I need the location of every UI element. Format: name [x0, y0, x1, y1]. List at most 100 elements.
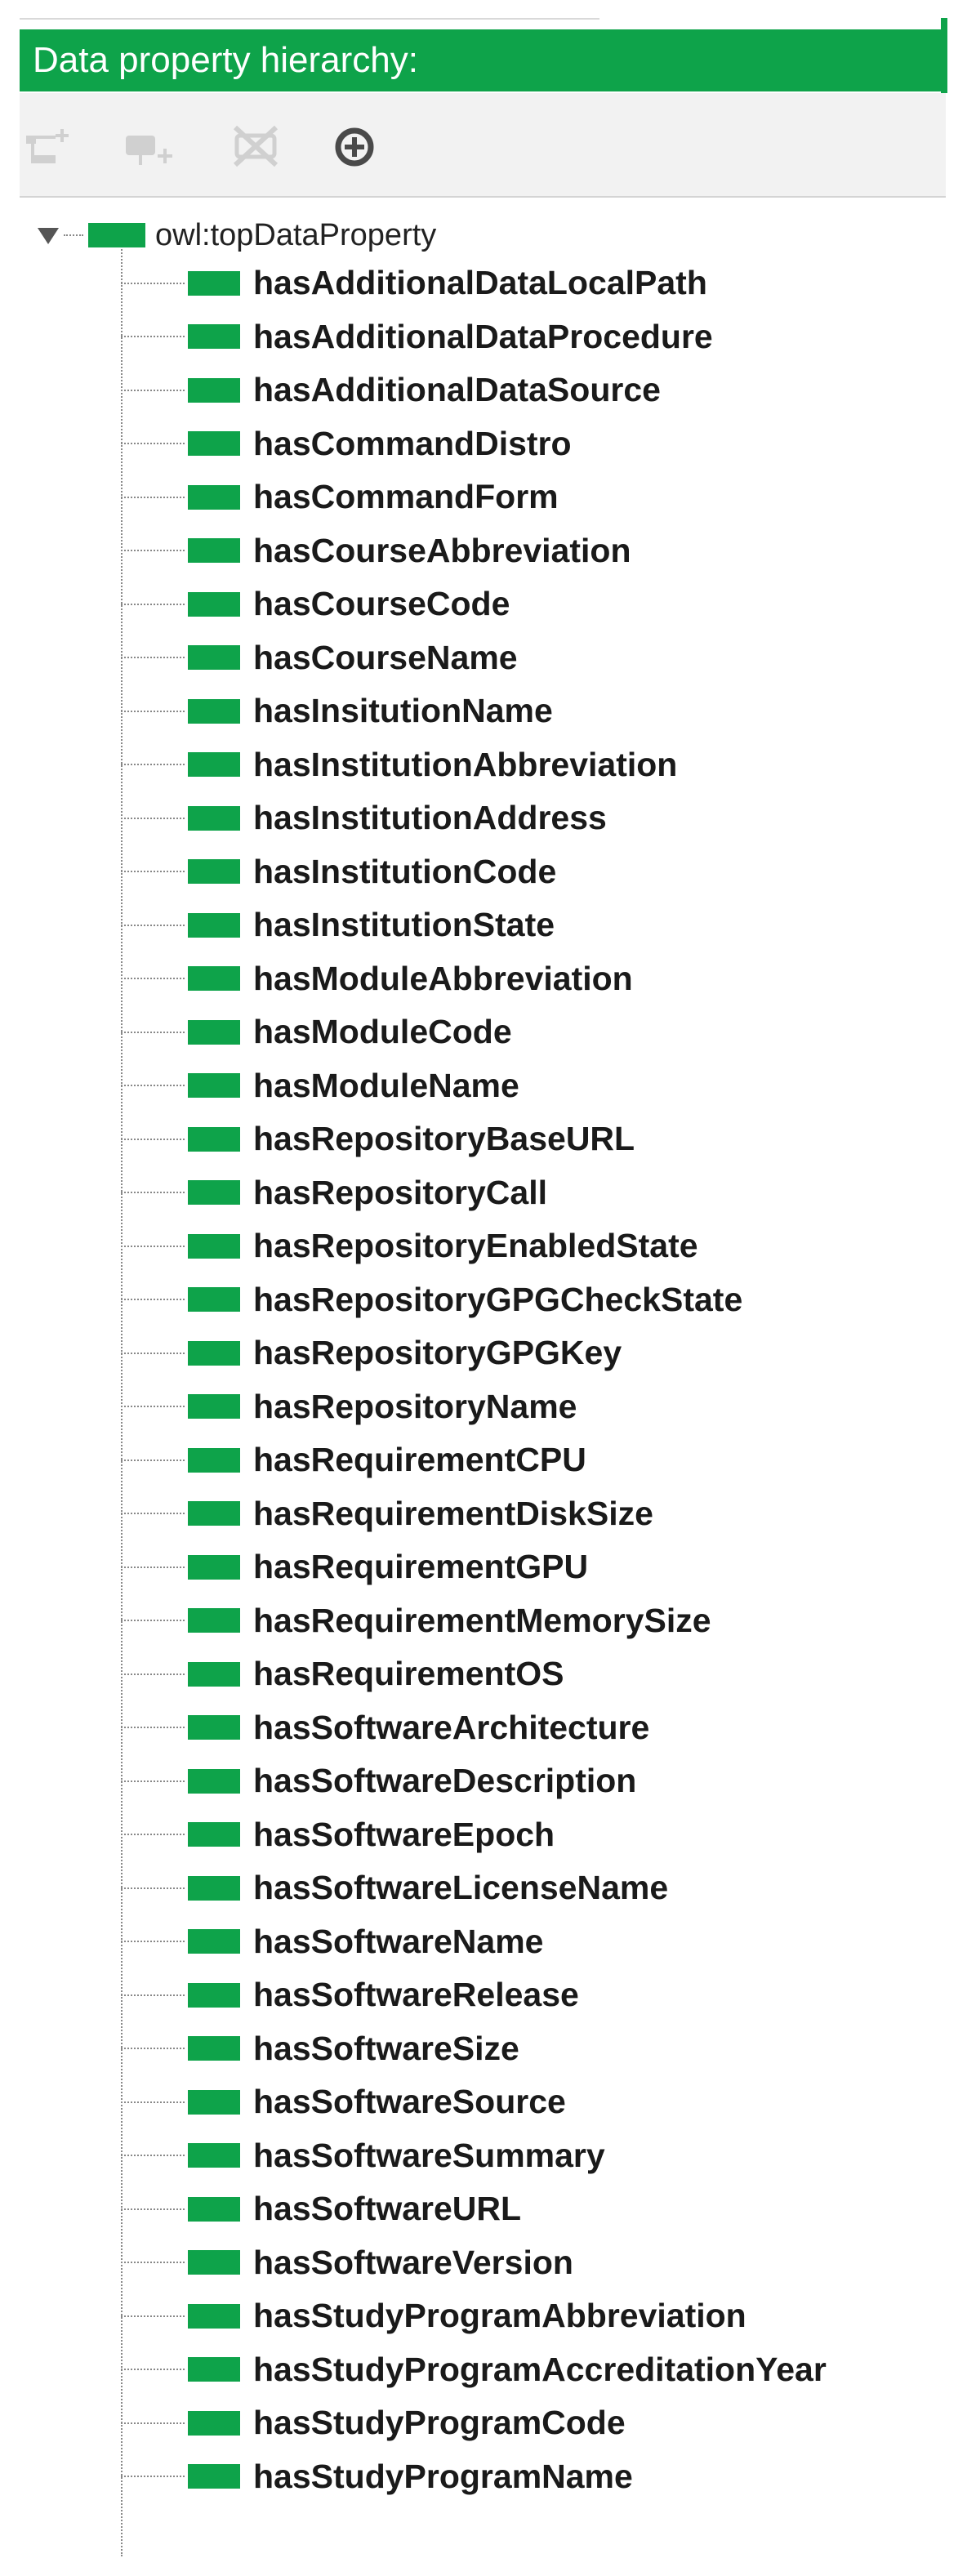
tree-node[interactable]: hasSoftwareDescription — [121, 1754, 827, 1808]
tree-node[interactable]: hasRequirementDiskSize — [121, 1487, 827, 1541]
tree-connector — [121, 764, 185, 766]
tree-node-label: hasCourseAbbreviation — [253, 531, 631, 569]
tree-node[interactable]: hasAdditionalDataProcedure — [121, 310, 827, 364]
data-property-icon — [188, 1715, 240, 1740]
tree-node-label: hasRequirementOS — [253, 1655, 564, 1693]
tree-node[interactable]: hasRequirementGPU — [121, 1540, 827, 1594]
tree-connector — [121, 1513, 185, 1515]
tree-node-label: hasSoftwareDescription — [253, 1762, 637, 1800]
tree-node[interactable]: hasRepositoryEnabledState — [121, 1219, 827, 1273]
tree-node[interactable]: hasSoftwareLicenseName — [121, 1861, 827, 1915]
data-property-icon — [188, 1875, 240, 1901]
tree-node-label: hasAdditionalDataLocalPath — [253, 264, 707, 302]
data-property-icon — [188, 377, 240, 403]
data-property-icon — [188, 538, 240, 564]
tree-node[interactable]: hasStudyProgramAbbreviation — [121, 2289, 827, 2343]
tree-node[interactable]: hasCommandForm — [121, 470, 827, 524]
find-usage-button[interactable] — [322, 118, 387, 175]
data-property-icon — [188, 324, 240, 350]
data-property-icon — [188, 1019, 240, 1045]
tree-node-label: hasSoftwareSource — [253, 2083, 566, 2121]
tree-node[interactable]: hasAdditionalDataSource — [121, 363, 827, 417]
tree-node[interactable]: hasRepositoryName — [121, 1380, 827, 1434]
tree-node[interactable]: hasInstitutionCode — [121, 845, 827, 899]
tree-connector — [64, 234, 83, 236]
tree-connector — [121, 1192, 185, 1194]
data-property-icon — [188, 431, 240, 457]
tree-connector — [121, 1085, 185, 1087]
tree-node[interactable]: hasModuleName — [121, 1059, 827, 1113]
tree-node-label: hasSoftwareArchitecture — [253, 1708, 650, 1746]
tree-node-label: hasStudyProgramAccreditationYear — [253, 2350, 827, 2388]
tree-node[interactable]: hasInstitutionState — [121, 898, 827, 952]
tree-node[interactable]: hasSoftwareName — [121, 1915, 827, 1969]
data-property-icon — [188, 591, 240, 617]
tree-connector — [121, 1834, 185, 1836]
expanded-triangle-icon[interactable] — [34, 221, 62, 249]
add-subproperty-button[interactable] — [20, 118, 85, 175]
panel-title-bar: Data property hierarchy: — [20, 29, 946, 91]
tree-connector — [121, 2101, 185, 2103]
tree-connector — [121, 1566, 185, 1568]
tree-node[interactable]: hasInstitutionAbbreviation — [121, 738, 827, 792]
tree-node[interactable]: hasCommandDistro — [121, 417, 827, 471]
tree-connector — [121, 2369, 185, 2371]
tree-node-label: hasRequirementCPU — [253, 1441, 586, 1479]
data-property-icon — [188, 859, 240, 885]
tree-connector — [121, 1299, 185, 1301]
data-property-icon — [88, 223, 145, 247]
tree-node[interactable]: hasCourseAbbreviation — [121, 524, 827, 578]
data-property-icon — [188, 2036, 240, 2061]
tree-node[interactable]: hasRequirementMemorySize — [121, 1594, 827, 1648]
tree-root-node[interactable]: owl:topDataProperty — [34, 212, 436, 258]
tree-node[interactable]: hasSoftwareRelease — [121, 1968, 827, 2022]
tree-node[interactable]: hasSoftwareSummary — [121, 2129, 827, 2183]
delete-property-button[interactable] — [224, 118, 289, 175]
data-property-icon — [188, 1447, 240, 1473]
tree-node[interactable]: hasSoftwareEpoch — [121, 1808, 827, 1862]
tree-connector — [121, 496, 185, 498]
data-property-icon — [188, 270, 240, 296]
tree-node[interactable]: hasRequirementCPU — [121, 1433, 827, 1487]
tree-node-label: hasRepositoryGPGKey — [253, 1334, 622, 1372]
add-sibling-property-icon — [126, 136, 172, 165]
tree-node[interactable]: hasSoftwareURL — [121, 2182, 827, 2236]
tree-node-label: hasAdditionalDataSource — [253, 371, 661, 409]
find-usage-icon — [335, 127, 374, 167]
tree-node-label: hasSoftwareRelease — [253, 1976, 579, 2014]
tree-connector — [121, 336, 185, 338]
tree-node[interactable]: hasCourseName — [121, 631, 827, 685]
tree-node[interactable]: hasRepositoryGPGCheckState — [121, 1273, 827, 1327]
tree-node[interactable]: hasStudyProgramCode — [121, 2396, 827, 2450]
add-sibling-property-button[interactable] — [118, 118, 183, 175]
hierarchy-toolbar — [20, 93, 946, 198]
tree-node[interactable]: hasCourseCode — [121, 577, 827, 631]
tree-node[interactable]: hasRepositoryBaseURL — [121, 1112, 827, 1166]
tree-node[interactable]: hasAdditionalDataLocalPath — [121, 256, 827, 310]
tree-node-label: hasModuleAbbreviation — [253, 959, 633, 997]
tree-node[interactable]: hasRepositoryGPGKey — [121, 1326, 827, 1380]
data-property-icon — [188, 1180, 240, 1206]
data-property-icon — [188, 1287, 240, 1313]
tree-node[interactable]: hasInsitutionName — [121, 684, 827, 738]
tree-node[interactable]: hasSoftwareVersion — [121, 2236, 827, 2290]
tree-connector — [121, 2048, 185, 2050]
tree-node-label: hasInstitutionState — [253, 906, 555, 944]
tree-node[interactable]: hasSoftwareSource — [121, 2075, 827, 2129]
tree-node[interactable]: hasStudyProgramName — [121, 2450, 827, 2504]
tree-node[interactable]: hasInstitutionAddress — [121, 791, 827, 845]
tree-node[interactable]: hasModuleCode — [121, 1005, 827, 1059]
tree-node[interactable]: hasSoftwareSize — [121, 2022, 827, 2076]
tree-node[interactable]: hasRequirementOS — [121, 1647, 827, 1701]
data-property-icon — [188, 645, 240, 671]
tree-node-label: hasModuleCode — [253, 1013, 512, 1051]
tree-node-label: hasSoftwareName — [253, 1922, 544, 1960]
tree-node[interactable]: hasStudyProgramAccreditationYear — [121, 2343, 827, 2397]
tree-node-label: hasRepositoryEnabledState — [253, 1227, 698, 1265]
tree-node[interactable]: hasRepositoryCall — [121, 1166, 827, 1220]
data-property-icon — [188, 1501, 240, 1526]
tree-node[interactable]: hasModuleAbbreviation — [121, 952, 827, 1006]
tree-node[interactable]: hasSoftwareArchitecture — [121, 1701, 827, 1755]
tree-node-label: hasStudyProgramCode — [253, 2404, 626, 2442]
data-property-icon — [188, 2464, 240, 2489]
